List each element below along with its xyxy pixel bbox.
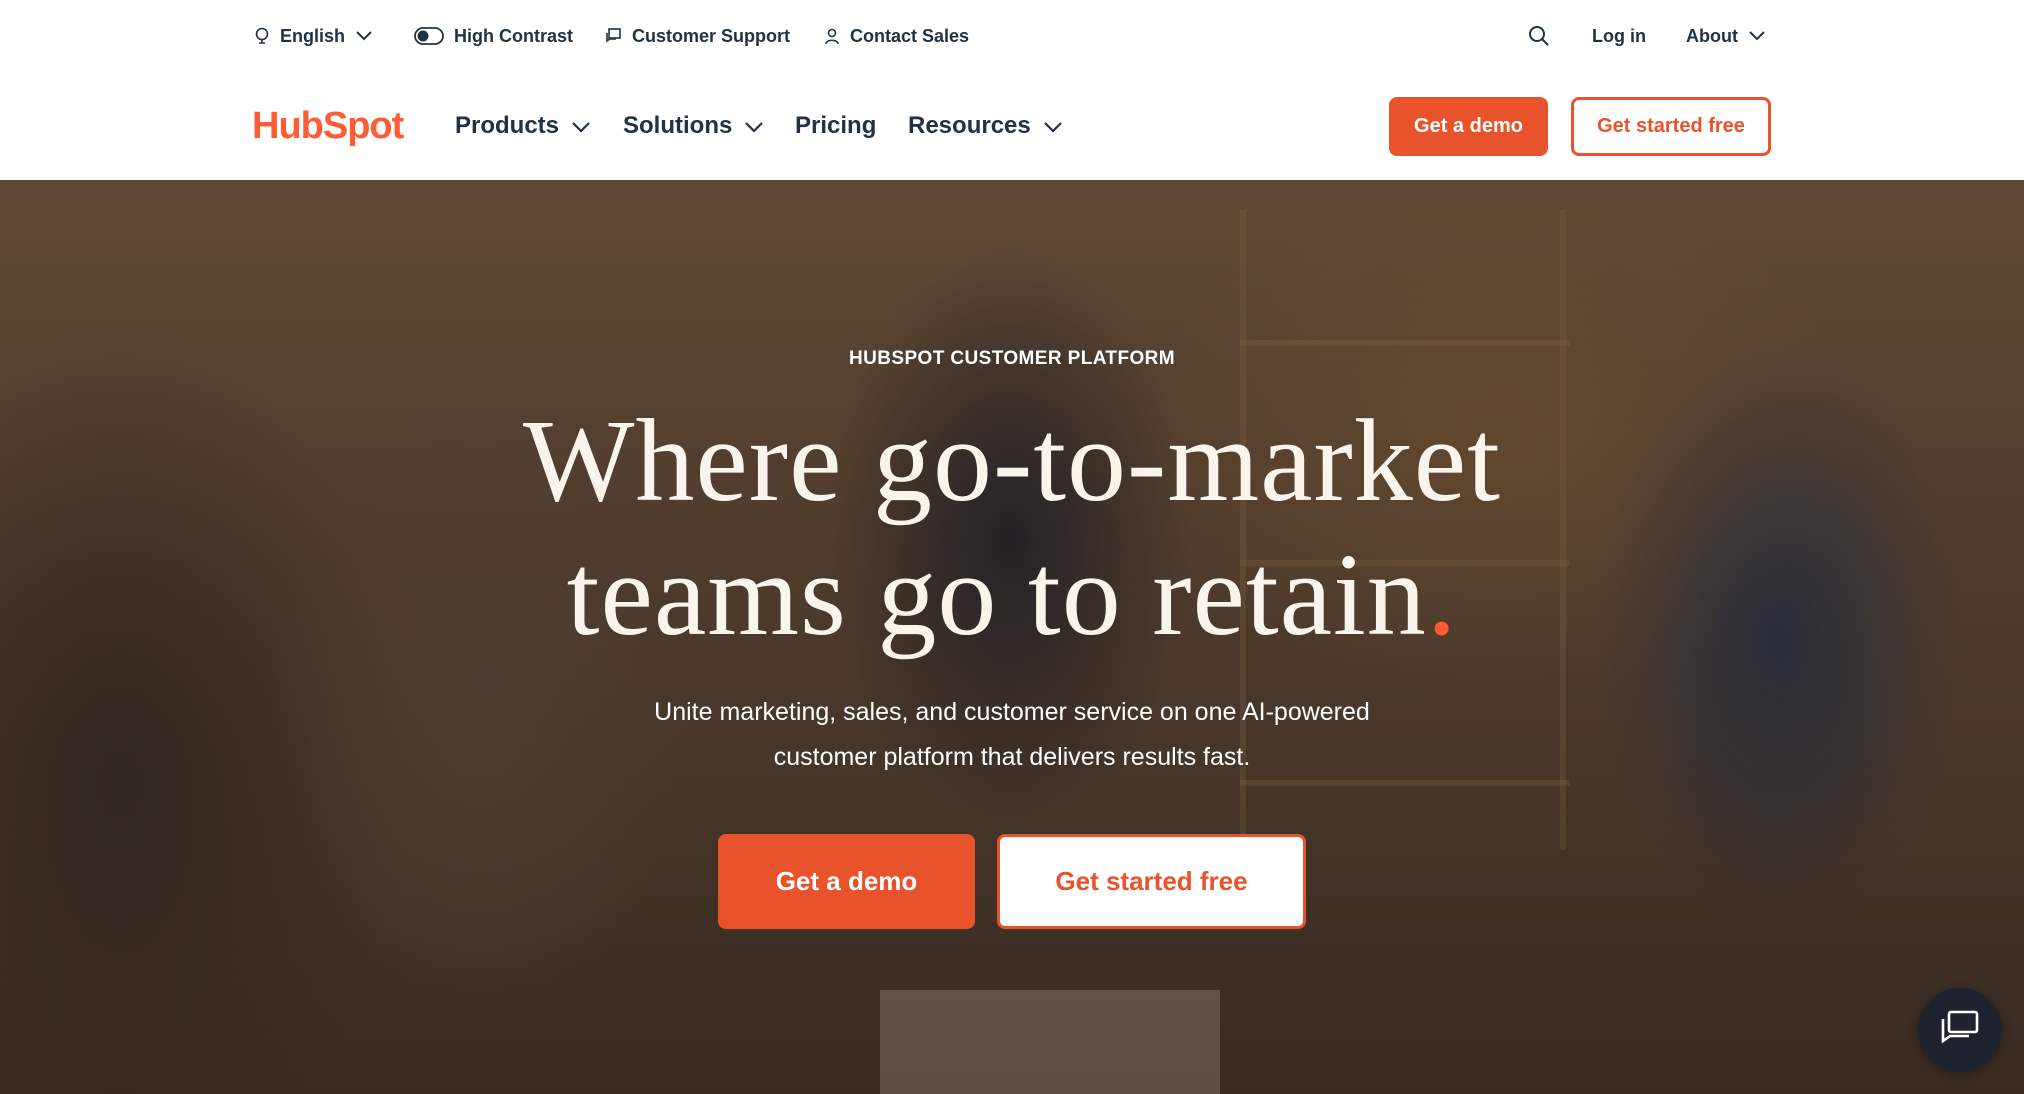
search-icon <box>1528 25 1550 47</box>
hero-get-demo-button[interactable]: Get a demo <box>718 834 975 929</box>
globe-icon <box>254 27 270 45</box>
about-label: About <box>1686 25 1738 46</box>
hero-section: HUBSPOT CUSTOMER PLATFORM Where go-to-ma… <box>0 180 2024 1094</box>
chat-widget-button[interactable] <box>1918 988 2002 1072</box>
hero-subtitle: Unite marketing, sales, and customer ser… <box>0 690 2024 780</box>
person-icon <box>824 27 840 45</box>
language-selector[interactable]: English <box>254 22 373 50</box>
logo-wordmark: HubSpot <box>252 104 404 147</box>
chevron-down-icon <box>355 30 373 42</box>
about-menu[interactable]: About <box>1686 22 1766 50</box>
high-contrast-label: High Contrast <box>454 25 573 46</box>
contact-sales-link[interactable]: Contact Sales <box>824 22 969 50</box>
hero-headline-line1: Where go-to-market <box>523 395 1501 526</box>
contact-sales-label: Contact Sales <box>850 25 970 46</box>
hero-headline-line2: teams go to retain <box>566 529 1427 660</box>
login-label: Log in <box>1592 25 1646 46</box>
hero-subtitle-line1: Unite marketing, sales, and customer ser… <box>654 698 1370 726</box>
nav-solutions-label: Solutions <box>623 112 733 139</box>
language-label: English <box>280 25 346 46</box>
nav-products-label: Products <box>455 112 560 139</box>
nav-products[interactable]: Products <box>455 108 591 144</box>
hubspot-logo[interactable]: HubSpot <box>252 102 404 150</box>
login-link[interactable]: Log in <box>1592 22 1646 50</box>
utility-bar: English High Contrast Customer Support C… <box>0 0 2024 72</box>
hero-headline-line2-wrap: teams go to retain. <box>0 528 2024 662</box>
nav-get-started-button[interactable]: Get started free <box>1571 97 1771 156</box>
hero-eyebrow: HUBSPOT CUSTOMER PLATFORM <box>849 348 1175 369</box>
chevron-down-icon <box>1043 112 1063 140</box>
nav-get-demo-button[interactable]: Get a demo <box>1389 97 1548 156</box>
chevron-down-icon <box>744 112 764 140</box>
chevron-down-icon <box>1748 30 1766 42</box>
toggle-icon <box>414 27 444 45</box>
hero-subtitle-line2: customer platform that delivers results … <box>773 743 1251 771</box>
nav-resources-label: Resources <box>908 112 1031 139</box>
hero-get-started-button[interactable]: Get started free <box>997 834 1306 929</box>
search-button[interactable] <box>1528 22 1550 50</box>
nav-resources[interactable]: Resources <box>908 108 1063 144</box>
chat-icon <box>604 27 622 45</box>
nav-pricing[interactable]: Pricing <box>795 108 876 144</box>
hero-headline: Where go-to-market teams go to retain. <box>0 394 2024 662</box>
chat-bubble-icon <box>1939 1009 1981 1052</box>
main-navigation: HubSpot Products Solutions Pricing Resou… <box>0 72 2024 180</box>
high-contrast-toggle[interactable]: High Contrast <box>414 22 573 50</box>
nav-pricing-label: Pricing <box>795 112 877 139</box>
hero-headline-dot: . <box>1426 529 1458 660</box>
customer-support-label: Customer Support <box>632 25 791 46</box>
customer-support-link[interactable]: Customer Support <box>604 22 790 50</box>
nav-solutions[interactable]: Solutions <box>623 108 764 144</box>
chevron-down-icon <box>571 112 591 140</box>
